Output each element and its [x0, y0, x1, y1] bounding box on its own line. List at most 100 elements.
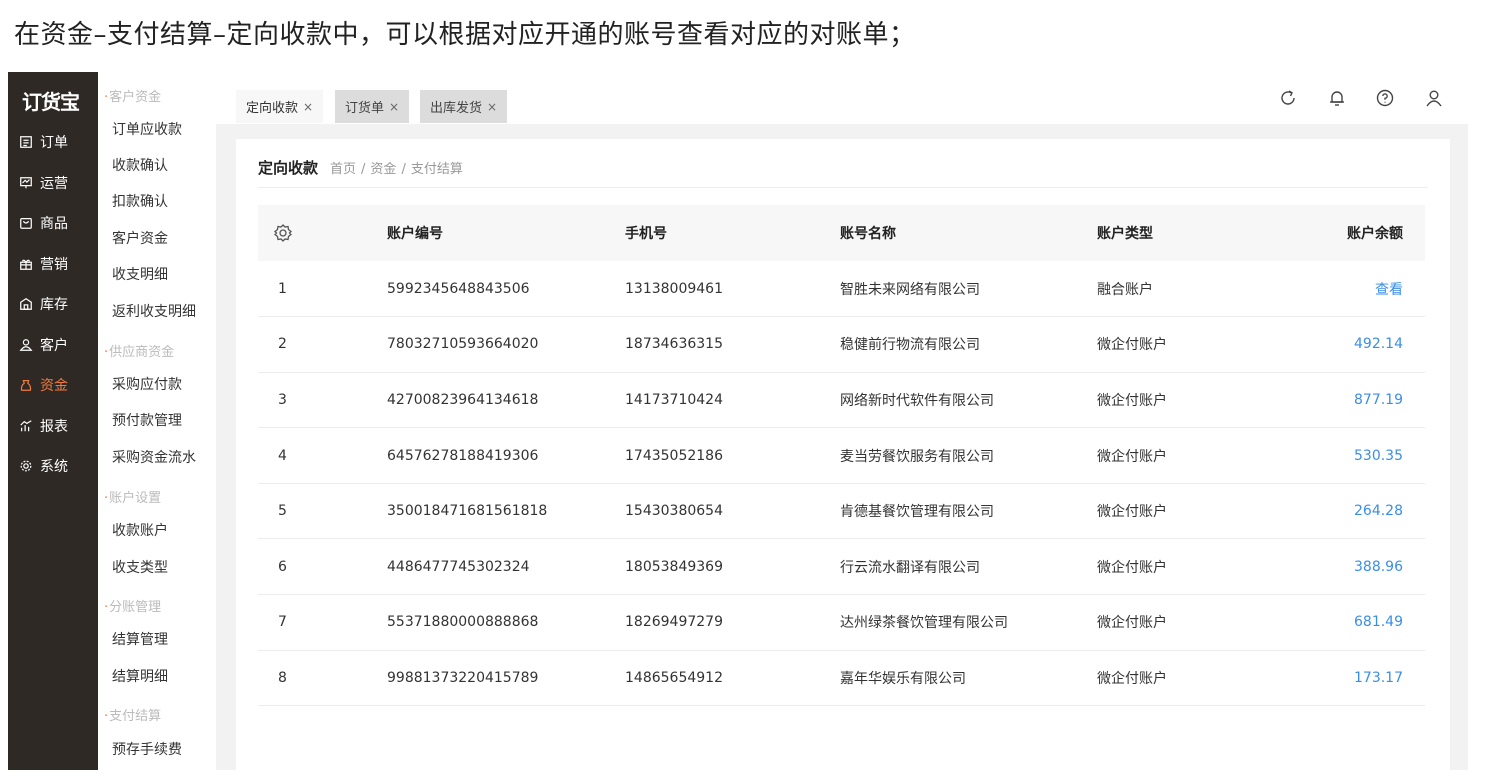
balance-link[interactable]: 877.19 — [1297, 372, 1425, 428]
account-no-cell: 55371880000888868 — [387, 614, 539, 631]
breadcrumb-separator: / — [361, 162, 366, 177]
user-icon[interactable] — [1423, 87, 1445, 109]
nav-label: 资金 — [40, 378, 68, 394]
nav-label: 商品 — [40, 216, 68, 232]
sub-item[interactable]: 采购应付款 — [112, 374, 182, 394]
phone-cell: 18053849369 — [625, 558, 723, 575]
account-name-cell: 肯德基餐饮管理有限公司 — [840, 504, 994, 521]
account-type-cell: 微企付账户 — [1097, 615, 1167, 632]
balance-link[interactable]: 388.96 — [1297, 539, 1425, 595]
tab-label: 出库发货 — [430, 101, 483, 116]
nav-item-reports[interactable]: 报表 — [18, 414, 68, 438]
account-name-cell: 稳健前行物流有限公司 — [840, 337, 980, 354]
table-row: 6 4486477745302324 18053849369 行云流水翻译有限公司 微企… — [258, 539, 1425, 595]
page-header: 定向收款 首页 / 资金 / 支付结算 — [258, 157, 463, 178]
balance-link[interactable]: 264.28 — [1297, 483, 1425, 539]
logo: 订货宝 — [22, 90, 80, 114]
phone-cell: 14865654912 — [625, 669, 723, 686]
nav-item-products[interactable]: 商品 — [18, 211, 68, 235]
breadcrumb-item[interactable]: 首页 — [330, 162, 356, 177]
breadcrumb-separator: / — [401, 162, 406, 177]
close-icon[interactable]: × — [303, 100, 313, 114]
sub-item[interactable]: 收款账户 — [112, 520, 168, 540]
table-row: 4 64576278188419306 17435052186 麦当劳餐饮服务有限公司… — [258, 428, 1425, 484]
column-settings[interactable] — [258, 205, 387, 261]
table-row: 5 350018471681561818 15430380654 肯德基餐饮管理有限公… — [258, 483, 1425, 539]
sub-item[interactable]: 返利收支明细 — [112, 301, 196, 321]
breadcrumb: 首页 / 资金 / 支付结算 — [330, 158, 463, 177]
nav-item-system[interactable]: 系统 — [18, 454, 68, 478]
row-index: 4 — [278, 447, 287, 464]
account-no-cell: 78032710593664020 — [387, 336, 539, 353]
sub-item[interactable]: 采购资金流水 — [112, 447, 196, 467]
nav-item-customers[interactable]: 客户 — [18, 333, 68, 357]
nav-item-operations[interactable]: 运营 — [18, 171, 68, 195]
sub-group-title: ·账户设置 — [104, 491, 162, 506]
account-no-cell: 64576278188419306 — [387, 447, 539, 464]
column-header-account-type: 账户类型 — [1097, 226, 1153, 242]
sub-item[interactable]: 预付款管理 — [112, 410, 182, 430]
nav-item-orders[interactable]: 订单 — [18, 130, 68, 154]
account-type-cell: 微企付账户 — [1097, 559, 1167, 576]
phone-cell: 15430380654 — [625, 503, 723, 520]
sub-menu: ·客户资金 订单应收款 收款确认 扣款确认 客户资金 收支明细 返利收支明细 ·… — [98, 72, 216, 770]
sub-item[interactable]: 扣款确认 — [112, 191, 168, 211]
divider — [258, 187, 1428, 188]
bell-icon[interactable] — [1326, 87, 1348, 109]
nav-label: 客户 — [40, 338, 68, 354]
breadcrumb-item[interactable]: 资金 — [370, 162, 396, 177]
table-row: 7 55371880000888868 18269497279 达州绿茶餐饮管理有限公… — [258, 595, 1425, 651]
balance-link[interactable]: 492.14 — [1297, 317, 1425, 373]
caption-text: 在资金–支付结算–定向收款中，可以根据对应开通的账号查看对应的对账单； — [14, 20, 916, 50]
account-no-cell: 4486477745302324 — [387, 558, 530, 575]
sub-item[interactable]: 结算管理 — [112, 629, 168, 649]
sub-item[interactable]: 结算明细 — [112, 666, 168, 686]
refresh-icon[interactable] — [1277, 87, 1299, 109]
page-title: 定向收款 — [258, 159, 319, 177]
column-header-account-no: 账户编号 — [387, 226, 443, 242]
account-no-cell: 5992345648843506 — [387, 280, 530, 297]
money-bag-icon — [18, 377, 34, 393]
sub-group-title: ·分账管理 — [104, 600, 162, 615]
phone-cell: 14173710424 — [625, 391, 723, 408]
help-icon[interactable] — [1374, 87, 1396, 109]
table-header-row: 账户编号 手机号 账号名称 账户类型 账户余额 — [258, 205, 1425, 261]
column-header-account-name: 账号名称 — [840, 226, 896, 242]
nav-item-funds[interactable]: 资金 — [18, 373, 68, 397]
account-no-cell: 350018471681561818 — [387, 503, 548, 520]
sub-item[interactable]: 订单应收款 — [112, 119, 182, 139]
sub-item[interactable]: 收支类型 — [112, 557, 168, 577]
account-type-cell: 融合账户 — [1097, 281, 1153, 298]
nav-item-marketing[interactable]: 营销 — [18, 252, 68, 276]
phone-cell: 17435052186 — [625, 447, 723, 464]
gear-icon[interactable] — [272, 222, 294, 244]
account-type-cell: 微企付账户 — [1097, 392, 1167, 409]
account-name-cell: 麦当劳餐饮服务有限公司 — [840, 448, 994, 465]
sub-item[interactable]: 客户资金 — [112, 228, 168, 248]
balance-link[interactable]: 173.17 — [1297, 650, 1425, 706]
top-bar: 定向收款 × 订货单 × 出库发货 × — [216, 72, 1468, 124]
nav-label: 报表 — [40, 419, 68, 435]
close-icon[interactable]: × — [487, 100, 497, 114]
close-icon[interactable]: × — [389, 100, 399, 114]
balance-link[interactable]: 查看 — [1297, 261, 1425, 317]
nav-label: 订单 — [40, 135, 68, 151]
column-header-balance: 账户余额 — [1347, 226, 1403, 242]
gear-icon — [18, 458, 34, 474]
tab-order[interactable]: 订货单 × — [335, 90, 410, 123]
tab-directed-collection[interactable]: 定向收款 × — [236, 90, 324, 123]
row-index: 2 — [278, 336, 287, 353]
nav-label: 运营 — [40, 176, 68, 192]
nav-item-inventory[interactable]: 库存 — [18, 292, 68, 316]
sub-item[interactable]: 预存手续费 — [112, 739, 182, 759]
balance-link[interactable]: 681.49 — [1297, 595, 1425, 651]
phone-cell: 18269497279 — [625, 614, 723, 631]
account-type-cell: 微企付账户 — [1097, 504, 1167, 521]
sub-item[interactable]: 收款确认 — [112, 155, 168, 175]
row-index: 7 — [278, 614, 287, 631]
balance-link[interactable]: 530.35 — [1297, 428, 1425, 484]
content-panel: 定向收款 首页 / 资金 / 支付结算 账户编号 手机号 账号名称 账户类型 账户余额 — [236, 139, 1450, 770]
sub-item[interactable]: 收支明细 — [112, 264, 168, 284]
account-name-cell: 达州绿茶餐饮管理有限公司 — [840, 615, 1008, 632]
tab-outbound-shipping[interactable]: 出库发货 × — [420, 90, 508, 123]
